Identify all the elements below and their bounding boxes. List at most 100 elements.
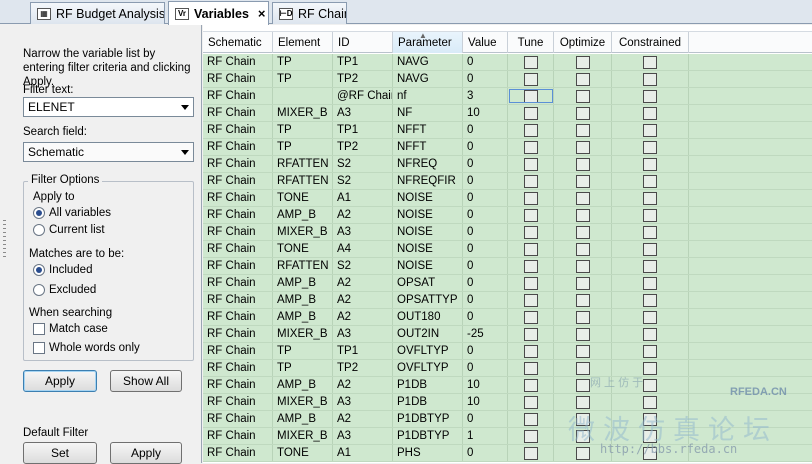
table-row[interactable]: RF Chain AMP_B A2 NOISE 0: [203, 207, 812, 224]
constrained-checkbox[interactable]: [643, 225, 657, 239]
cell-value[interactable]: 0: [463, 71, 508, 87]
optimize-checkbox[interactable]: [575, 412, 590, 426]
constrained-checkbox[interactable]: [643, 174, 657, 188]
optimize-checkbox[interactable]: [575, 259, 590, 273]
tune-checkbox[interactable]: [523, 89, 538, 103]
tune-checkbox[interactable]: [523, 157, 538, 171]
tab-rf-chain[interactable]: ⊢D RF Chain: [272, 2, 347, 24]
cell-value[interactable]: 0: [463, 411, 508, 427]
cell-value[interactable]: 0: [463, 343, 508, 359]
optimize-checkbox[interactable]: [575, 123, 590, 137]
constrained-checkbox[interactable]: [643, 140, 657, 154]
tune-checkbox[interactable]: [523, 140, 538, 154]
constrained-checkbox[interactable]: [643, 106, 657, 120]
cell-value[interactable]: 0: [463, 224, 508, 240]
tune-checkbox[interactable]: [523, 123, 538, 137]
tune-checkbox[interactable]: [523, 446, 538, 460]
radio-excluded[interactable]: Excluded: [33, 284, 96, 296]
optimize-checkbox[interactable]: [575, 429, 590, 443]
optimize-checkbox[interactable]: [575, 89, 590, 103]
splitter-grip[interactable]: [3, 220, 6, 260]
tune-checkbox[interactable]: [523, 208, 538, 222]
table-row[interactable]: RF Chain MIXER_B A3 NF 10: [203, 105, 812, 122]
constrained-checkbox[interactable]: [643, 412, 657, 426]
optimize-checkbox[interactable]: [575, 378, 590, 392]
table-row[interactable]: RF Chain AMP_B A2 P1DB 10: [203, 377, 812, 394]
radio-button[interactable]: [33, 207, 45, 219]
tune-checkbox[interactable]: [523, 225, 538, 239]
radio-button[interactable]: [33, 284, 45, 296]
radio-current-list[interactable]: Current list: [33, 224, 105, 236]
constrained-checkbox[interactable]: [643, 378, 657, 392]
cell-value[interactable]: 10: [463, 394, 508, 410]
cell-value[interactable]: 10: [463, 105, 508, 121]
table-row[interactable]: RF Chain TP TP1 NFFT 0: [203, 122, 812, 139]
chevron-down-icon[interactable]: [181, 150, 189, 155]
filter-text-combo[interactable]: ELENET: [23, 97, 194, 117]
table-row[interactable]: RF Chain TP TP1 OVFLTYP 0: [203, 343, 812, 360]
table-row[interactable]: RF Chain TP TP1 NAVG 0: [203, 54, 812, 71]
constrained-checkbox[interactable]: [643, 361, 657, 375]
tune-checkbox[interactable]: [523, 361, 538, 375]
show-all-button[interactable]: Show All: [110, 370, 182, 392]
column-header-tune[interactable]: Tune: [508, 32, 554, 53]
optimize-checkbox[interactable]: [575, 106, 590, 120]
optimize-checkbox[interactable]: [575, 293, 590, 307]
column-header-schematic[interactable]: Schematic: [203, 32, 273, 53]
constrained-checkbox[interactable]: [643, 208, 657, 222]
cell-value[interactable]: 0: [463, 445, 508, 461]
table-row[interactable]: RF Chain RFATTEN S2 NFREQ 0: [203, 156, 812, 173]
tune-checkbox[interactable]: [523, 55, 538, 69]
tune-checkbox[interactable]: [523, 276, 538, 290]
column-header-optimize[interactable]: Optimize: [554, 32, 612, 53]
cell-value[interactable]: -25: [463, 326, 508, 342]
tune-checkbox[interactable]: [523, 395, 538, 409]
tab-rf-budget-analysis[interactable]: ▦ RF Budget Analysis: [30, 2, 165, 24]
constrained-checkbox[interactable]: [643, 446, 657, 460]
table-row[interactable]: RF Chain TONE A1 NOISE 0: [203, 190, 812, 207]
optimize-checkbox[interactable]: [575, 327, 590, 341]
optimize-checkbox[interactable]: [575, 140, 590, 154]
table-row[interactable]: RF Chain @RF Chain nf 3: [203, 88, 812, 105]
constrained-checkbox[interactable]: [643, 72, 657, 86]
table-row[interactable]: RF Chain TP TP2 NFFT 0: [203, 139, 812, 156]
constrained-checkbox[interactable]: [643, 89, 657, 103]
checkbox[interactable]: [33, 342, 45, 354]
tune-checkbox[interactable]: [523, 293, 538, 307]
cell-value[interactable]: 0: [463, 241, 508, 257]
optimize-checkbox[interactable]: [575, 225, 590, 239]
cell-value[interactable]: 0: [463, 139, 508, 155]
cell-value[interactable]: 0: [463, 258, 508, 274]
tune-checkbox[interactable]: [523, 174, 538, 188]
optimize-checkbox[interactable]: [575, 310, 590, 324]
constrained-checkbox[interactable]: [643, 344, 657, 358]
optimize-checkbox[interactable]: [575, 174, 590, 188]
checkbox[interactable]: [33, 323, 45, 335]
table-row[interactable]: RF Chain RFATTEN S2 NFREQFIR 0: [203, 173, 812, 190]
cell-value[interactable]: 0: [463, 292, 508, 308]
table-row[interactable]: RF Chain TONE A4 NOISE 0: [203, 241, 812, 258]
tune-checkbox[interactable]: [523, 72, 538, 86]
table-row[interactable]: RF Chain TP TP2 NAVG 0: [203, 71, 812, 88]
optimize-checkbox[interactable]: [575, 191, 590, 205]
cell-value[interactable]: 0: [463, 190, 508, 206]
tune-checkbox[interactable]: [523, 378, 538, 392]
constrained-checkbox[interactable]: [643, 242, 657, 256]
optimize-checkbox[interactable]: [575, 157, 590, 171]
tune-checkbox[interactable]: [523, 106, 538, 120]
optimize-checkbox[interactable]: [575, 344, 590, 358]
optimize-checkbox[interactable]: [575, 276, 590, 290]
radio-button[interactable]: [33, 224, 45, 236]
tab-variables[interactable]: Vr Variables ×: [168, 1, 269, 25]
close-icon[interactable]: ×: [258, 6, 266, 21]
cell-value[interactable]: 10: [463, 377, 508, 393]
column-header-id[interactable]: ID: [333, 32, 393, 53]
constrained-checkbox[interactable]: [643, 429, 657, 443]
table-row[interactable]: RF Chain MIXER_B A3 P1DB 10: [203, 394, 812, 411]
table-row[interactable]: RF Chain AMP_B A2 OPSATTYP 0: [203, 292, 812, 309]
checkbox-match-case[interactable]: Match case: [33, 323, 108, 335]
radio-all-variables[interactable]: All variables: [33, 207, 111, 219]
constrained-checkbox[interactable]: [643, 327, 657, 341]
tune-checkbox[interactable]: [523, 429, 538, 443]
table-row[interactable]: RF Chain TONE A1 PHS 0: [203, 445, 812, 462]
